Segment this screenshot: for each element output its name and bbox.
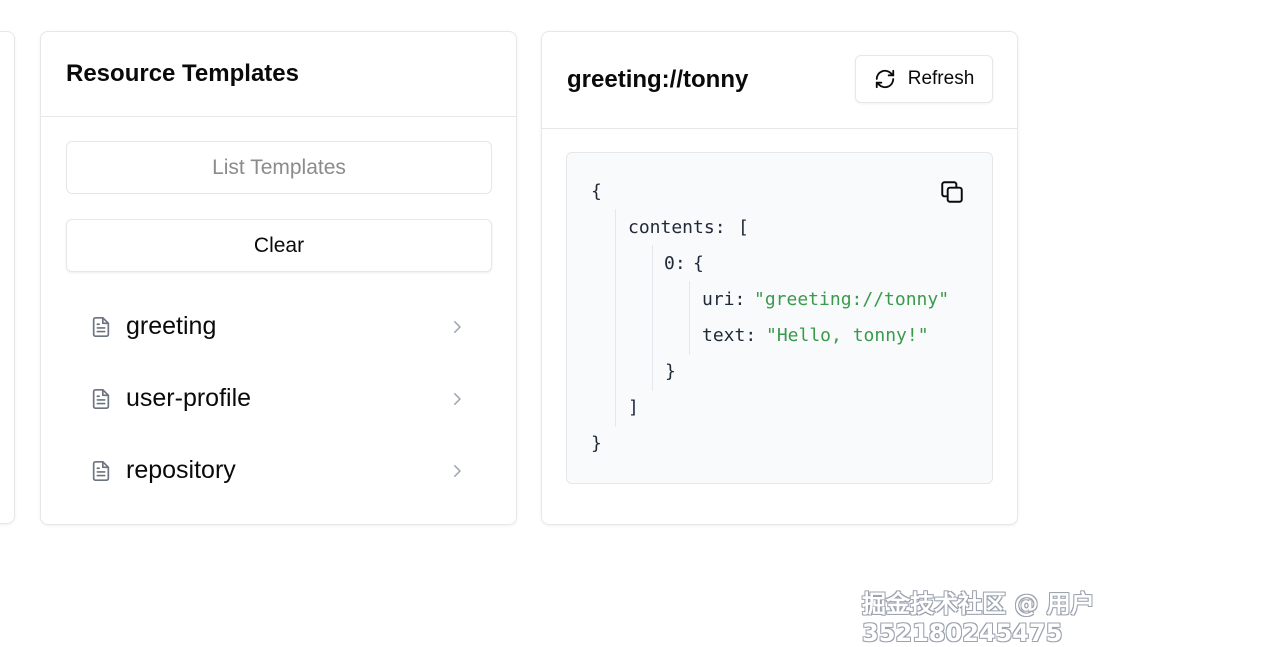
chevron-right-icon	[454, 321, 461, 333]
json-index-open: {	[693, 253, 704, 274]
refresh-button[interactable]: Refresh	[855, 55, 993, 103]
json-key-text: text:	[702, 325, 757, 346]
clear-button[interactable]: Clear	[66, 219, 492, 272]
resource-title: greeting://tonny	[567, 66, 749, 93]
copy-icon[interactable]	[939, 179, 965, 205]
list-templates-button[interactable]: List Templates	[66, 141, 492, 194]
json-index-close: }	[665, 361, 676, 382]
resource-content-panel: greeting://tonny Refresh { contents: [ 0…	[541, 31, 1018, 525]
template-item-user-profile[interactable]: user-profile	[66, 371, 492, 427]
refresh-button-label: Refresh	[907, 68, 975, 89]
json-open-brace: {	[591, 181, 602, 202]
json-key-index: 0:	[664, 253, 686, 274]
chevron-right-icon	[454, 465, 461, 477]
indent-guide	[615, 209, 616, 427]
previous-panel-edge	[0, 31, 15, 524]
indent-guide	[652, 245, 653, 391]
json-close-brace: }	[591, 433, 602, 454]
chevron-right-icon	[454, 393, 461, 405]
json-close-bracket: ]	[628, 397, 639, 418]
template-item-label: user-profile	[126, 384, 252, 412]
file-text-icon	[92, 317, 110, 337]
refresh-icon	[875, 69, 894, 89]
json-key-contents: contents:	[628, 217, 726, 238]
template-item-greeting[interactable]: greeting	[66, 299, 492, 355]
json-open-bracket: [	[738, 217, 749, 238]
templates-panel-header: Resource Templates	[41, 32, 516, 117]
watermark: 掘金技术社区 @ 用户352180245475	[862, 590, 1095, 647]
json-viewer: { contents: [ 0: { uri: "greeting://tonn…	[566, 152, 993, 484]
json-key-uri: uri:	[702, 289, 746, 310]
file-text-icon	[92, 461, 110, 481]
templates-panel-title: Resource Templates	[66, 60, 299, 87]
resource-templates-panel: Resource Templates List Templates Clear …	[40, 31, 517, 525]
json-value-uri: "greeting://tonny"	[754, 289, 950, 310]
template-item-label: repository	[126, 456, 236, 484]
template-item-repository[interactable]: repository	[66, 443, 492, 499]
indent-guide	[689, 281, 690, 355]
file-text-icon	[92, 389, 110, 409]
json-value-text: "Hello, tonny!"	[766, 325, 929, 346]
template-item-label: greeting	[126, 312, 217, 340]
resource-panel-header: greeting://tonny Refresh	[542, 32, 1017, 129]
